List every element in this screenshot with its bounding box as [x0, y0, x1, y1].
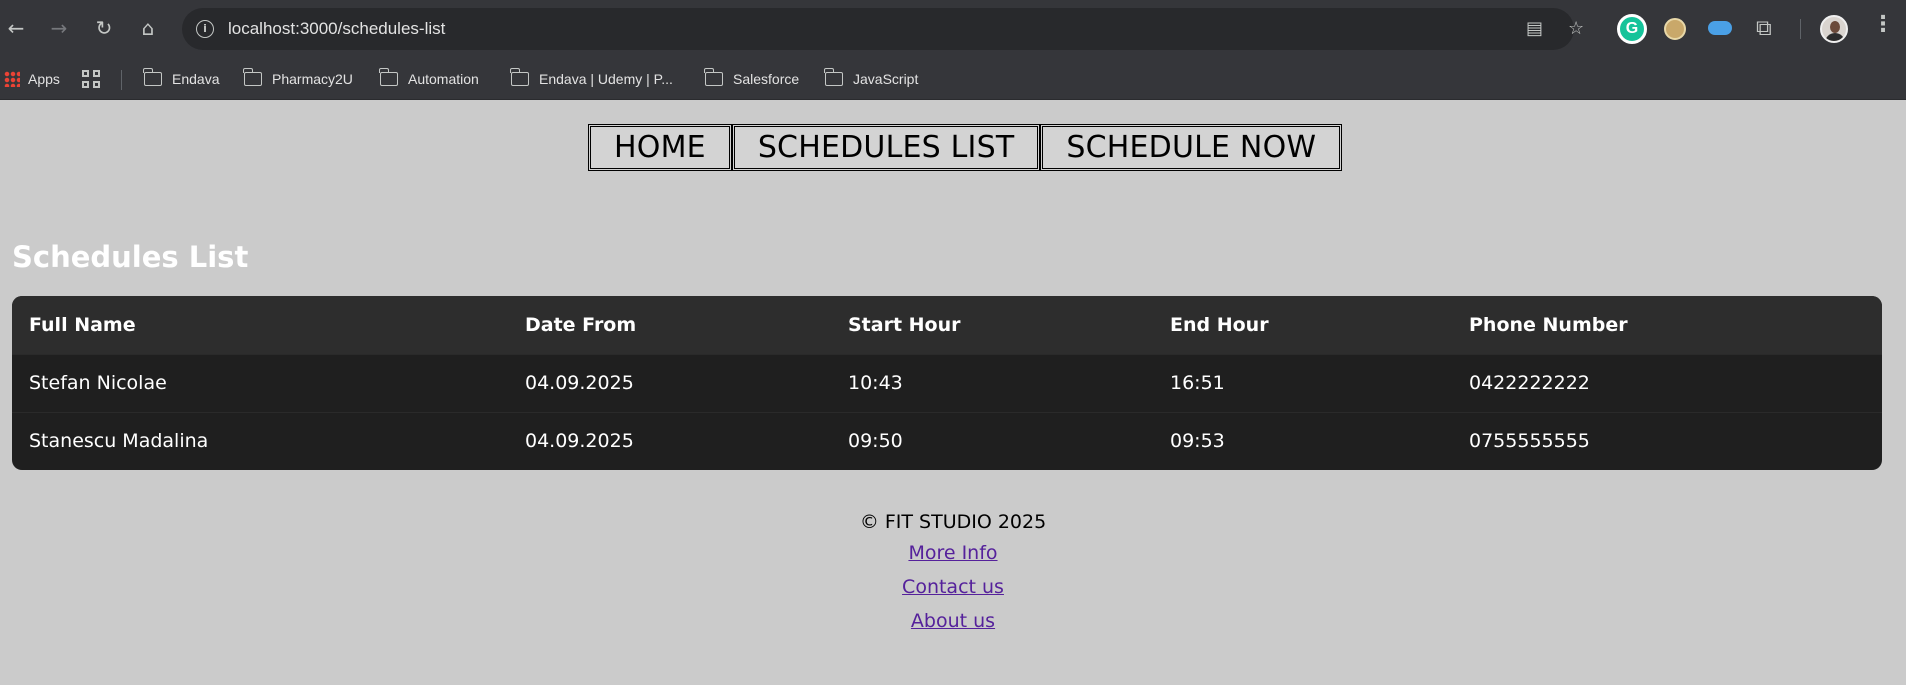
footer: © FIT STUDIO 2025 More Info Contact us A…: [0, 508, 1906, 638]
header-date-from: Date From: [508, 296, 831, 354]
bookmark-automation[interactable]: Automation: [379, 68, 479, 90]
profile-avatar[interactable]: [1820, 15, 1848, 43]
folder-icon: [510, 68, 529, 86]
extensions-puzzle-icon[interactable]: ⧉: [1756, 16, 1772, 41]
home-icon[interactable]: ⌂: [134, 14, 162, 42]
folder-icon: [704, 68, 723, 86]
page-title: Schedules List: [12, 240, 249, 274]
table-row: Stanescu Madalina 04.09.2025 09:50 09:53…: [12, 411, 1882, 470]
browser-toolbar: ← → ↻ ⌂ i localhost:3000/schedules-list …: [0, 0, 1906, 58]
bookmark-javascript[interactable]: JavaScript: [824, 68, 918, 90]
footer-copyright: © FIT STUDIO 2025: [859, 511, 1047, 533]
folder-icon: [243, 68, 262, 86]
toolbar-divider: [1800, 19, 1801, 39]
address-bar-url[interactable]: localhost:3000/schedules-list: [228, 19, 445, 39]
grammarly-extension-icon[interactable]: G: [1617, 14, 1647, 44]
folder-icon: [824, 68, 843, 86]
nav-schedules-list-link[interactable]: SCHEDULES LIST: [731, 124, 1041, 171]
cell-start-hour: 10:43: [831, 353, 1153, 412]
cloud-extension-icon[interactable]: [1708, 21, 1732, 35]
cell-start-hour: 09:50: [831, 411, 1153, 470]
bookmark-pharmacy2u[interactable]: Pharmacy2U: [243, 68, 353, 90]
address-bar[interactable]: i localhost:3000/schedules-list ▤ ☆: [182, 8, 1584, 50]
cell-date-from: 04.09.2025: [508, 353, 831, 412]
cell-phone-number: 0755555555: [1452, 411, 1882, 470]
header-phone-number: Phone Number: [1452, 296, 1882, 354]
header-end-hour: End Hour: [1153, 296, 1452, 354]
folder-icon: [379, 68, 398, 86]
cell-full-name: Stanescu Madalina: [12, 411, 508, 470]
table-header-row: Full Name Date From Start Hour End Hour …: [12, 296, 1882, 354]
reload-icon[interactable]: ↻: [90, 14, 118, 42]
table-row: Stefan Nicolae 04.09.2025 10:43 16:51 04…: [12, 353, 1882, 412]
bookmarks-divider: [121, 70, 122, 90]
folder-icon: [143, 68, 162, 86]
bookmark-endava-udemy[interactable]: Endava | Udemy | P...: [510, 68, 673, 90]
footer-more-info-link[interactable]: More Info: [0, 536, 1906, 570]
install-app-icon[interactable]: ▤: [1526, 18, 1543, 39]
nav-home-link[interactable]: HOME: [588, 124, 732, 171]
cell-end-hour: 16:51: [1153, 353, 1452, 412]
cell-end-hour: 09:53: [1153, 411, 1452, 470]
header-full-name: Full Name: [12, 296, 508, 354]
coin-extension-icon[interactable]: [1664, 18, 1686, 40]
apps-grid-icon: [4, 71, 20, 87]
tab-groups-icon[interactable]: [82, 70, 100, 88]
cell-date-from: 04.09.2025: [508, 411, 831, 470]
site-info-icon[interactable]: i: [196, 20, 214, 38]
site-nav: HOME SCHEDULES LIST SCHEDULE NOW: [588, 124, 1343, 171]
cell-phone-number: 0422222222: [1452, 353, 1882, 412]
nav-schedule-now-link[interactable]: SCHEDULE NOW: [1040, 124, 1343, 171]
bookmarks-bar: Apps Endava Pharmacy2U Automation Endava…: [0, 58, 1906, 100]
bookmark-endava[interactable]: Endava: [143, 68, 219, 90]
bookmark-star-icon[interactable]: ☆: [1568, 18, 1584, 39]
bookmark-salesforce[interactable]: Salesforce: [704, 68, 799, 90]
forward-arrow-icon[interactable]: →: [45, 14, 73, 42]
cell-full-name: Stefan Nicolae: [12, 353, 508, 412]
bookmark-apps[interactable]: Apps: [4, 68, 60, 90]
back-arrow-icon[interactable]: ←: [2, 14, 30, 42]
schedules-table: Full Name Date From Start Hour End Hour …: [12, 296, 1882, 470]
footer-contact-us-link[interactable]: Contact us: [0, 570, 1906, 604]
browser-menu-icon[interactable]: ⋮: [1872, 12, 1894, 37]
footer-about-us-link[interactable]: About us: [0, 604, 1906, 638]
header-start-hour: Start Hour: [831, 296, 1153, 354]
